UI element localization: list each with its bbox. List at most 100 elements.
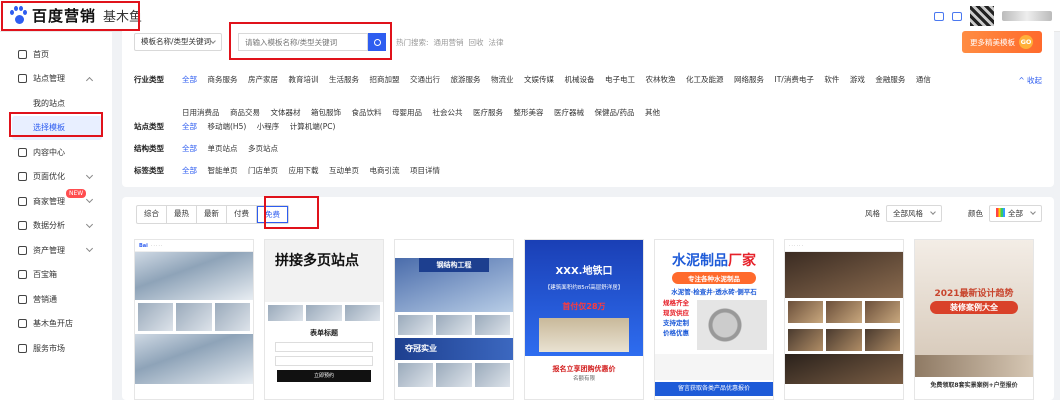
filter-option[interactable]: 移动端(H5)	[208, 121, 247, 132]
sidebar-item-page-optimize[interactable]: 页面优化	[0, 165, 112, 190]
filter-option[interactable]: 旅游服务	[451, 74, 481, 85]
filter-option[interactable]: 电子电工	[605, 74, 635, 85]
filter-option[interactable]: 机械设备	[565, 74, 595, 85]
template-card[interactable]: 2021最新设计趋势 装修案例大全 免费领取8套实景案例+户型报价	[914, 239, 1034, 400]
filter-option[interactable]: 电商引流	[370, 165, 400, 176]
hot-term[interactable]: 通用营销	[434, 37, 464, 48]
filter-option[interactable]: 互动单页	[329, 165, 359, 176]
filter-option[interactable]: 生活服务	[329, 74, 359, 85]
filter-option[interactable]: 房产家居	[248, 74, 278, 85]
template-card[interactable]: Bai · · · · ·	[134, 239, 254, 400]
filter-option[interactable]: 教育培训	[289, 74, 319, 85]
filter-option[interactable]: 交通出行	[410, 74, 440, 85]
avatar[interactable]	[970, 6, 994, 26]
filter-option[interactable]: 日用消费品	[182, 107, 220, 118]
filter-option[interactable]: 游戏	[850, 74, 865, 85]
filter-option[interactable]: 全部	[182, 74, 197, 85]
hot-search-label: 热门搜索:	[396, 37, 429, 47]
filter-option[interactable]: 通信	[916, 74, 931, 85]
sidebar-item-assets[interactable]: 资产管理	[0, 238, 112, 263]
sidebar-item-content-center[interactable]: 内容中心	[0, 140, 112, 165]
filter-option[interactable]: 网络服务	[734, 74, 764, 85]
filter-option[interactable]: 农林牧渔	[646, 74, 676, 85]
filter-option[interactable]: 化工及能源	[686, 74, 724, 85]
search-input[interactable]	[238, 33, 368, 51]
template-subtitle: 专注各种水泥制品	[672, 272, 756, 284]
filter-option[interactable]: 多页站点	[248, 143, 278, 154]
filter-option[interactable]: 文体器材	[271, 107, 301, 118]
filter-option[interactable]: 软件	[824, 74, 839, 85]
filter-option[interactable]: 保健品/药品	[595, 107, 635, 118]
search-button[interactable]	[368, 33, 386, 51]
template-title: 2021最新设计趋势	[934, 289, 1014, 299]
apps-icon[interactable]	[952, 11, 962, 21]
filter-option[interactable]: 项目详情	[410, 165, 440, 176]
template-card[interactable]: 钢结构工程 夺冠实业	[394, 239, 514, 400]
message-icon[interactable]	[934, 11, 944, 21]
filter-option[interactable]: 医疗服务	[473, 107, 503, 118]
tab-newest[interactable]: 最新	[197, 206, 227, 223]
filter-option[interactable]: 全部	[182, 121, 197, 132]
filter-option[interactable]: 全部	[182, 165, 197, 176]
tag-filter: 标签类型 全部 智能单页 门店单页 应用下载 互动单页 电商引流 项目详情	[134, 165, 982, 176]
template-card[interactable]: 拼接多页站点 表单标题 立即预约	[264, 239, 384, 400]
sidebar-item-label: 内容中心	[33, 147, 65, 157]
sidebar-item-my-sites[interactable]: 我的站点	[0, 91, 112, 116]
filter-option[interactable]: 全部	[182, 143, 197, 154]
template-form-title: 表单标题	[310, 329, 338, 337]
sidebar-item-data-analysis[interactable]: 数据分析	[0, 214, 112, 239]
tab-paid[interactable]: 付费	[227, 206, 257, 223]
style-select[interactable]: 全部风格	[886, 205, 942, 222]
filter-option[interactable]: 商品交易	[230, 107, 260, 118]
filter-option[interactable]: 金融服务	[875, 74, 905, 85]
filter-option[interactable]: 物流业	[491, 74, 514, 85]
filter-option[interactable]: 招商加盟	[370, 74, 400, 85]
sidebar-item-label: 百宝箱	[33, 270, 57, 280]
color-select[interactable]: 全部	[989, 205, 1042, 222]
content-icon	[18, 147, 27, 157]
filter-option[interactable]: 食品饮料	[352, 107, 382, 118]
sidebar-item-home[interactable]: 首页	[0, 42, 112, 67]
filter-option[interactable]: 母婴用品	[392, 107, 422, 118]
thumb-banner: 拼接多页站点	[265, 240, 383, 302]
sidebar-item-service-market[interactable]: 服务市场	[0, 336, 112, 361]
tab-free[interactable]: 免费	[257, 206, 288, 223]
filter-label: 标签类型	[134, 166, 164, 175]
filter-option[interactable]: 社会公共	[433, 107, 463, 118]
thumb-banner: XXX.地铁口 【建筑面积约85㎡高层舒洋居】 首付仅28万	[525, 240, 643, 356]
filter-option[interactable]: IT/消费电子	[775, 74, 814, 85]
sidebar-item-choose-template[interactable]: 选择模板	[12, 115, 102, 140]
filter-option[interactable]: 箱包服饰	[311, 107, 341, 118]
search-type-select[interactable]: 模板名称/类型关键词	[134, 33, 222, 51]
filter-option[interactable]: 医疗器械	[554, 107, 584, 118]
filter-option[interactable]: 计算机端(PC)	[290, 121, 336, 132]
hot-term[interactable]: 回收	[469, 37, 484, 48]
filter-option[interactable]: 智能单页	[208, 165, 238, 176]
more-templates-button[interactable]: 更多精美模板 GO	[962, 31, 1042, 53]
template-card[interactable]: 水泥制品厂家 专注各种水泥制品 水泥管·检查井·透水砖·侧平石 规格齐全 现货供…	[654, 239, 774, 400]
tab-hottest[interactable]: 最热	[167, 206, 197, 223]
filter-option[interactable]: 其他	[645, 107, 660, 118]
sidebar-item-toolbox[interactable]: 百宝箱	[0, 263, 112, 288]
sidebar-item-label: 营销通	[33, 294, 57, 304]
filter-option[interactable]: 小程序	[257, 121, 280, 132]
template-card[interactable]: · · · · · ·	[784, 239, 904, 400]
sidebar-item-marketing[interactable]: 营销通	[0, 287, 112, 312]
sidebar-item-site-management[interactable]: 站点管理	[0, 67, 112, 92]
sidebar-item-open-store[interactable]: 基木鱼开店	[0, 312, 112, 337]
filter-option[interactable]: 单页站点	[208, 143, 238, 154]
hot-term[interactable]: 法律	[489, 37, 504, 48]
template-card[interactable]: XXX.地铁口 【建筑面积约85㎡高层舒洋居】 首付仅28万 报名立享团购优惠价…	[524, 239, 644, 400]
collapse-toggle[interactable]: ^ 收起	[1018, 75, 1042, 86]
account-name[interactable]	[1002, 11, 1052, 21]
thumb-grid	[265, 302, 383, 324]
brand-logo[interactable]: 百度营销 基木鱼	[8, 5, 142, 26]
filter-option[interactable]: 整形美容	[514, 107, 544, 118]
filter-option[interactable]: 应用下载	[289, 165, 319, 176]
thumb-logo: Bai	[139, 242, 148, 249]
filter-option[interactable]: 商务服务	[208, 74, 238, 85]
sidebar-item-merchant[interactable]: 商家管理 NEW	[0, 189, 112, 214]
filter-option[interactable]: 文娱传媒	[524, 74, 554, 85]
tab-comprehensive[interactable]: 综合	[137, 206, 167, 223]
filter-option[interactable]: 门店单页	[248, 165, 278, 176]
